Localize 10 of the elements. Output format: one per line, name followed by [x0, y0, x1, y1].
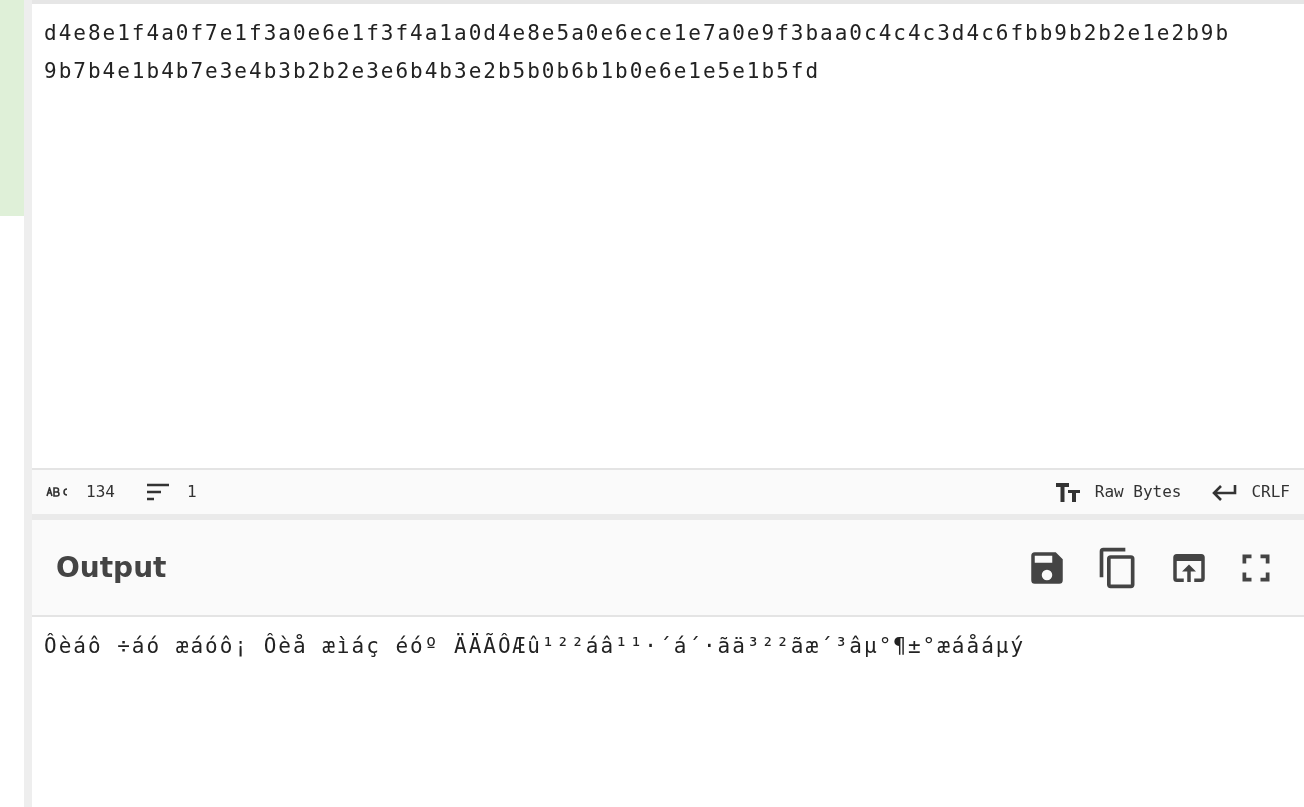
output-text: Ôèáô ÷áó æáóô¡ Ôèå æìáç éóº ÄÄÃÔÆû¹²²áâ¹¹·´á´·ãä³²²ãæ´³âµ°¶±°æáåáµý [43, 632, 1027, 660]
character-count: 134 [86, 481, 115, 503]
encoding-label[interactable]: Raw Bytes [1094, 480, 1182, 504]
output-title: Output [56, 549, 167, 586]
line-count: 1 [186, 481, 197, 503]
line-ending-label[interactable]: CRLF [1251, 480, 1290, 504]
return-arrow-icon[interactable] [1211, 482, 1238, 502]
lines-icon [144, 482, 171, 502]
abc-icon [46, 487, 70, 497]
text-size-icon[interactable] [1054, 481, 1081, 503]
